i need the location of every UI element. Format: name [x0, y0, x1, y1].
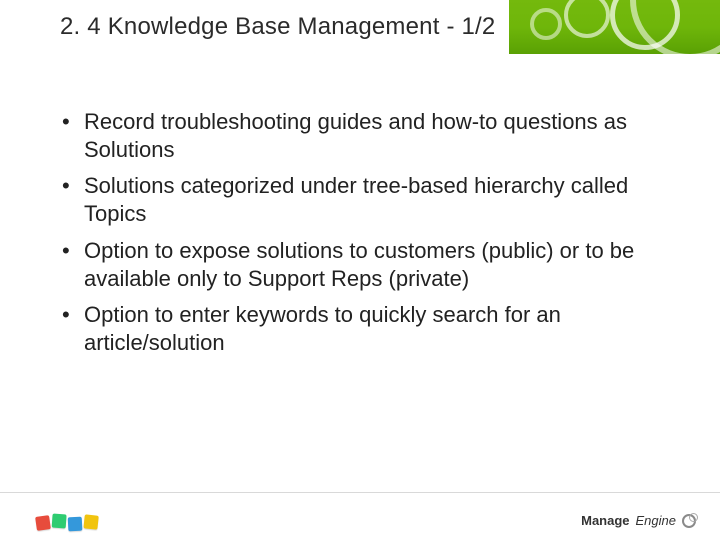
decorative-circle-icon: [530, 8, 562, 40]
ring-icon: [682, 514, 696, 528]
list-item: Option to expose solutions to customers …: [56, 237, 660, 293]
list-item: Record troubleshooting guides and how-to…: [56, 108, 660, 164]
slide: { "header": { "title": "2. 4 Knowledge B…: [0, 0, 720, 540]
logo-tile-icon: [68, 517, 83, 532]
slide-body: Record troubleshooting guides and how-to…: [56, 108, 660, 365]
decorative-circle-icon: [564, 0, 610, 38]
slide-title: 2. 4 Knowledge Base Management - 1/2: [0, 0, 509, 54]
manageengine-logo: Manage Engine: [581, 513, 696, 528]
brand-prefix: Manage: [581, 513, 629, 528]
bullet-list: Record troubleshooting guides and how-to…: [56, 108, 660, 357]
logo-tile-icon: [35, 515, 51, 531]
logo-tile-icon: [52, 514, 67, 529]
divider: [0, 492, 720, 493]
list-item: Option to enter keywords to quickly sear…: [56, 301, 660, 357]
footer: Manage Engine: [0, 492, 720, 540]
brand-suffix: Engine: [636, 513, 676, 528]
list-item: Solutions categorized under tree-based h…: [56, 172, 660, 228]
logo-tile-icon: [83, 514, 98, 529]
header-band: 2. 4 Knowledge Base Management - 1/2: [0, 0, 720, 54]
zoho-logo-icon: [36, 516, 98, 530]
